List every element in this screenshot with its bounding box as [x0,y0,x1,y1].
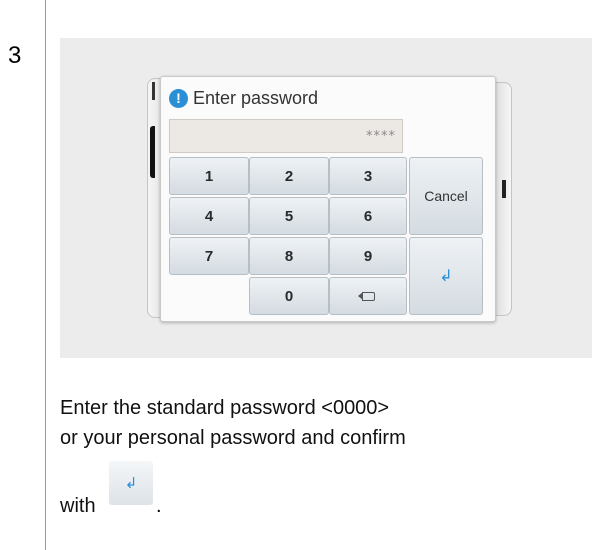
instruction-with: with [60,495,96,517]
key-8[interactable]: 8 [249,237,329,275]
device-screen: ! Enter password **** 1 2 3 Cancel 4 5 6… [60,38,592,358]
instruction-line-2: or your personal password and confirm [60,427,406,449]
instruction-text: Enter the standard password <0000> or yo… [60,393,610,453]
key-5[interactable]: 5 [249,197,329,235]
dialog-header: ! Enter password [169,86,318,110]
backspace-icon [357,291,375,301]
enter-button[interactable]: ↲ [409,237,483,315]
key-0[interactable]: 0 [249,277,329,315]
cancel-button[interactable]: Cancel [409,157,483,235]
key-9[interactable]: 9 [329,237,407,275]
info-icon: ! [169,88,188,108]
key-2[interactable]: 2 [249,157,329,195]
step-number: 3 [8,42,22,69]
background-mark [502,180,506,198]
dialog-title: Enter password [193,88,319,108]
instruction-line-1: Enter the standard password <0000> [60,397,390,419]
key-7[interactable]: 7 [169,237,249,275]
background-mark [152,82,155,100]
password-field[interactable]: **** [169,119,403,153]
enter-key-icon: ↲ [109,461,153,505]
password-dialog: ! Enter password **** 1 2 3 Cancel 4 5 6… [160,76,496,322]
background-mark [150,126,155,178]
key-4[interactable]: 4 [169,197,249,235]
key-3[interactable]: 3 [329,157,407,195]
left-divider-line [45,0,46,550]
delete-button[interactable] [329,277,407,315]
key-6[interactable]: 6 [329,197,407,235]
key-1[interactable]: 1 [169,157,249,195]
instruction-period: . [156,495,162,517]
